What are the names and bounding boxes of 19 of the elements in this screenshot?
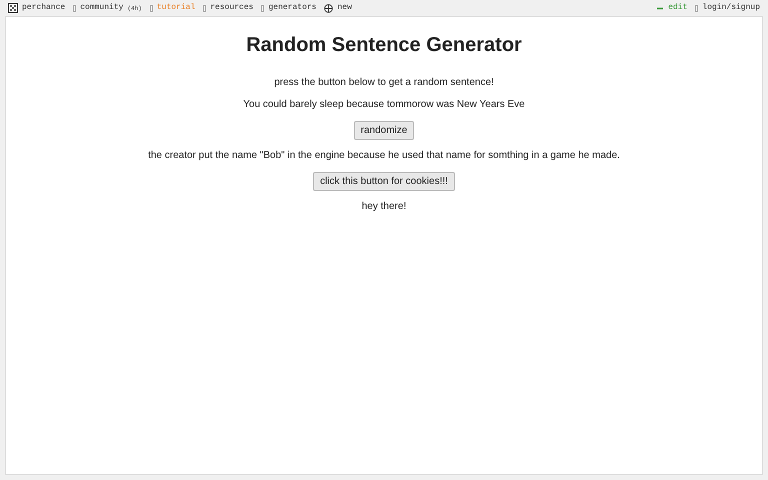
text-line: hey there! <box>362 201 406 213</box>
nav-link[interactable]: resources <box>203 2 254 14</box>
nav-link[interactable]: login/signup <box>695 2 760 14</box>
globe-icon <box>324 4 334 12</box>
text-line: You could barely sleep because tommorow was New Years Eve <box>243 99 525 111</box>
action-button[interactable]: randomize <box>354 121 414 140</box>
dice-icon <box>8 3 18 13</box>
box-icon <box>261 4 264 12</box>
action-button[interactable]: click this button for cookies!!! <box>313 172 455 191</box>
text-line: the creator put the name "Bob" in the engine because he used that name for somthing in a game he made. <box>148 150 620 162</box>
box-icon <box>695 4 698 12</box>
text-line: press the button below to get a random sentence! <box>274 77 494 89</box>
nav-link[interactable]: perchance <box>8 2 66 14</box>
box-icon <box>203 4 206 12</box>
box-icon <box>73 4 76 12</box>
nav-link[interactable]: new <box>324 2 352 14</box>
page-title: Random Sentence Generator <box>246 33 522 58</box>
box-icon <box>150 4 153 12</box>
nav-link[interactable]: generators <box>261 2 316 14</box>
